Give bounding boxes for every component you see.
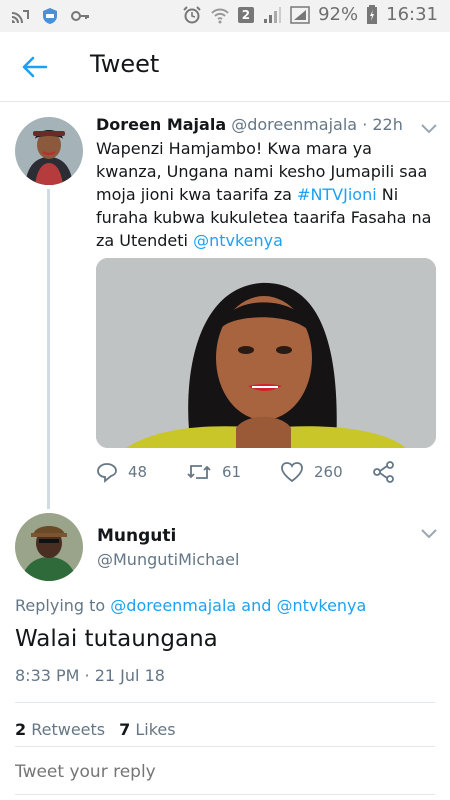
tweet-age: · 22h — [362, 115, 403, 134]
retweet-icon — [187, 465, 211, 479]
shield-icon — [43, 8, 57, 24]
reply-author-handle[interactable]: @MungutiMichael — [97, 550, 239, 569]
author-name[interactable]: Doreen Majala — [96, 115, 226, 134]
tweet-text: Wapenzi Hamjambo! Kwa mara ya kwanza, Un… — [96, 137, 438, 252]
tweet-media-image[interactable] — [96, 258, 436, 448]
reply-chevron-down-icon[interactable] — [420, 528, 438, 540]
avatar-image — [15, 117, 83, 185]
tweet-header: Doreen Majala @doreenmajala · 22h — [96, 115, 403, 134]
divider — [15, 746, 435, 747]
reply-input[interactable] — [15, 762, 435, 782]
signal-icon-2 — [290, 5, 310, 24]
reply-text: Walai tutaungana — [15, 626, 218, 652]
like-action[interactable]: 260 — [280, 461, 343, 483]
signal-icon — [264, 6, 282, 23]
mention-link[interactable]: @ntvkenya — [193, 231, 283, 250]
divider — [15, 702, 435, 703]
author-handle[interactable]: @doreenmajala — [231, 115, 357, 134]
wifi-icon — [211, 8, 229, 23]
reply-action[interactable]: 48 — [96, 461, 147, 483]
retweet-count: 61 — [222, 463, 242, 481]
reply-icon — [97, 463, 117, 483]
retweet-action[interactable]: 61 — [186, 461, 241, 483]
battery-icon — [367, 4, 378, 24]
media-photo — [96, 258, 436, 448]
reply-avatar-image — [15, 513, 83, 581]
status-bar: 2 92% 16:31 — [0, 0, 450, 32]
parent-tweet[interactable]: Doreen Majala @doreenmajala · 22h Wapenz… — [0, 103, 450, 509]
reply-avatar[interactable] — [15, 513, 83, 581]
reply-timestamp[interactable]: 8:33 PM · 21 Jul 18 — [15, 666, 165, 685]
share-icon — [373, 461, 394, 483]
likes-stat-label: Likes — [135, 720, 176, 739]
status-right: 2 92% 16:31 — [182, 4, 438, 25]
reply-author-name[interactable]: Munguti — [97, 526, 176, 546]
avatar[interactable] — [15, 117, 83, 185]
retweets-stat[interactable]: 2 Retweets — [15, 720, 105, 739]
replying-user-2[interactable]: @ntvkenya — [276, 596, 366, 615]
cast-icon — [11, 10, 29, 24]
alarm-icon — [183, 5, 201, 23]
tweet-stats: 2 Retweets 7 Likes — [15, 720, 176, 739]
replying-and: and — [241, 596, 272, 615]
clock: 16:31 — [386, 4, 438, 25]
app-bar: Tweet — [0, 32, 450, 102]
likes-stat-count: 7 — [119, 720, 131, 739]
reply-count: 48 — [128, 463, 148, 481]
retweets-stat-label: Retweets — [31, 720, 106, 739]
chevron-down-icon[interactable] — [420, 123, 438, 135]
sim-badge: 2 — [237, 6, 255, 23]
back-arrow-icon[interactable] — [20, 52, 50, 82]
replying-user-1[interactable]: @doreenmajala — [110, 596, 236, 615]
replying-to: Replying to @doreenmajala and @ntvkenya — [15, 596, 366, 615]
like-count: 260 — [314, 463, 343, 481]
retweets-stat-count: 2 — [15, 720, 27, 739]
tweet-actions: 48 61 260 — [96, 461, 416, 489]
hashtag-link[interactable]: #NTVJioni — [297, 185, 377, 204]
thread-connector — [47, 189, 50, 509]
battery-percent: 92% — [318, 4, 359, 25]
key-icon — [71, 11, 89, 21]
heart-icon — [281, 462, 303, 483]
share-action[interactable] — [372, 461, 396, 483]
page-title: Tweet — [90, 50, 160, 78]
divider — [15, 794, 435, 795]
replying-prefix: Replying to — [15, 596, 106, 615]
likes-stat[interactable]: 7 Likes — [119, 720, 175, 739]
status-left-icons — [10, 6, 90, 26]
